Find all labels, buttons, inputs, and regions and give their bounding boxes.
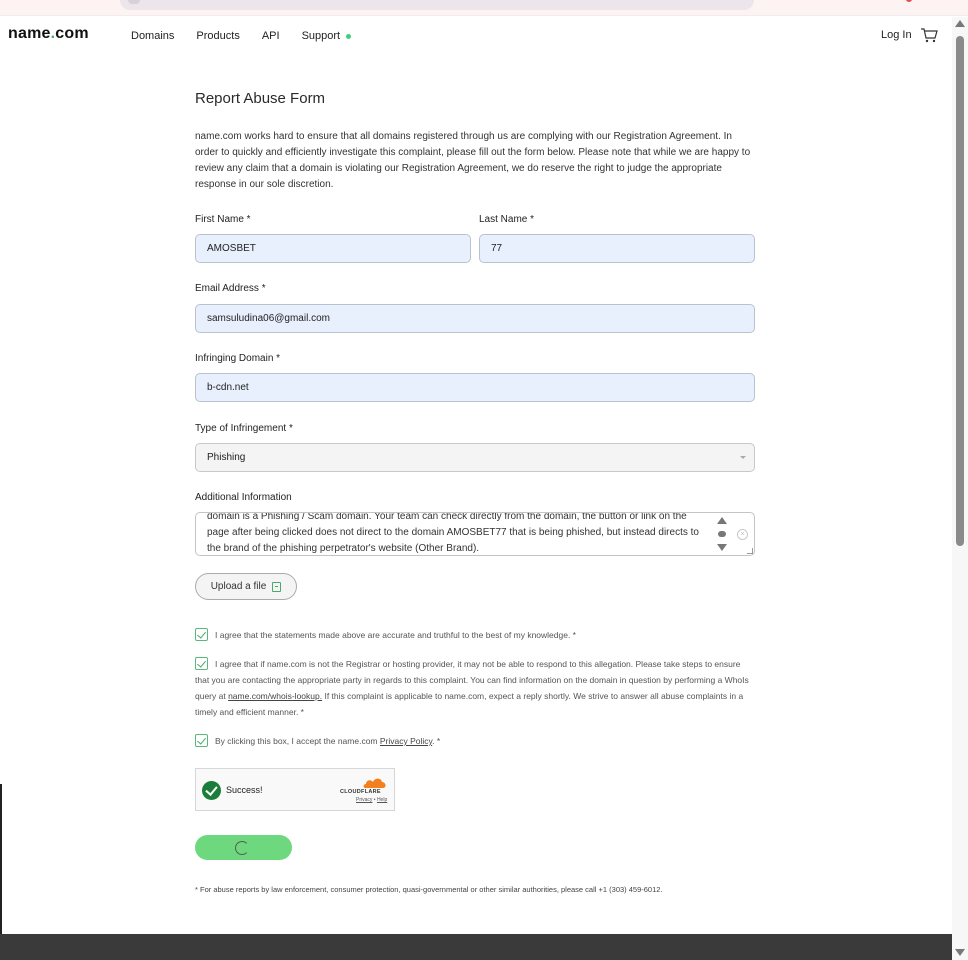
additional-info-value: domain is a Phishing / Scam domain. Your… [207, 512, 699, 554]
accuracy-agreement-text: I agree that the statements made above a… [215, 630, 576, 640]
first-name-label: First Name * [195, 214, 251, 225]
email-label: Email Address * [195, 283, 266, 294]
captcha-widget[interactable]: Success! CLOUDFLARE Privacy • Help [195, 768, 395, 811]
privacy-policy-link[interactable]: Privacy Policy [380, 736, 432, 746]
upload-file-button[interactable]: Upload a file [195, 573, 297, 600]
law-enforcement-footnote: * For abuse reports by law enforcement, … [195, 885, 663, 894]
nav-support[interactable]: Support [302, 30, 352, 42]
accuracy-agreement-checkbox[interactable] [195, 628, 208, 641]
nav-support-label: Support [301, 30, 341, 42]
logo-text-com: com [55, 25, 89, 42]
textarea-scroll-thumb[interactable] [718, 531, 726, 537]
login-link[interactable]: Log In [881, 29, 912, 41]
main-nav: Domains Products API Support [131, 30, 373, 42]
captcha-help-link[interactable]: Help [377, 797, 387, 803]
infringement-type-select[interactable]: Phishing [195, 443, 755, 472]
nav-domains[interactable]: Domains [131, 30, 174, 42]
whois-lookup-link[interactable]: name.com/whois-lookup. [228, 691, 322, 701]
site-logo[interactable]: name.com [8, 25, 89, 43]
intro-text: name.com works hard to ensure that all d… [195, 131, 751, 190]
nav-products[interactable]: Products [196, 30, 239, 42]
captcha-status: Success! [226, 785, 263, 795]
captcha-links: Privacy • Help [356, 797, 387, 803]
infringement-type-value: Phishing [207, 452, 246, 463]
site-footer [0, 934, 952, 960]
textarea-scroll-down-icon[interactable] [717, 544, 727, 551]
notification-icon [906, 0, 912, 2]
browser-toolbar [0, 0, 968, 16]
clear-icon[interactable]: × [737, 529, 748, 540]
registrar-agreement-text: I agree that if name.com is not the Regi… [195, 656, 755, 720]
infringement-type-label: Type of Infringement * [195, 423, 293, 434]
last-name-label: Last Name * [479, 214, 535, 225]
additional-info-label: Additional Information [195, 492, 292, 503]
chevron-down-icon [740, 456, 746, 459]
additional-info-textarea[interactable]: domain is a Phishing / Scam domain. Your… [195, 512, 755, 556]
cart-icon[interactable] [920, 27, 938, 43]
captcha-privacy-link[interactable]: Privacy [356, 797, 372, 803]
upload-file-label: Upload a file [210, 581, 267, 592]
email-input[interactable]: samsuludina06@gmail.com [195, 304, 755, 333]
file-upload-icon [272, 581, 282, 592]
site-header: name.com Domains Products API Support Lo… [0, 17, 952, 57]
registrar-agreement-row: I agree that if name.com is not the Regi… [195, 656, 755, 720]
cloudflare-cloud-icon [363, 778, 386, 788]
textarea-scroll-up-icon[interactable] [717, 517, 727, 524]
domain-label: Infringing Domain * [195, 353, 281, 364]
privacy-agreement-row: By clicking this box, I accept the name.… [195, 733, 755, 749]
scroll-down-arrow-icon[interactable] [955, 949, 965, 956]
last-name-input[interactable]: 77 [479, 234, 755, 263]
privacy-agreement-text-b: . * [432, 736, 441, 746]
domain-input[interactable]: b-cdn.net [195, 373, 755, 402]
privacy-agreement-text: By clicking this box, I accept the name.… [195, 733, 755, 749]
first-name-input[interactable]: AMOSBET [195, 234, 471, 263]
accuracy-agreement-row: I agree that the statements made above a… [195, 627, 755, 643]
logo-text-name: name [8, 25, 51, 42]
scroll-up-arrow-icon[interactable] [955, 20, 965, 27]
status-dot-icon [346, 33, 352, 39]
submit-button[interactable] [195, 835, 292, 860]
scroll-thumb[interactable] [956, 36, 964, 546]
registrar-agreement-checkbox[interactable] [195, 657, 208, 670]
success-check-icon [202, 781, 221, 800]
cloudflare-brand: CLOUDFLARE [340, 789, 381, 795]
privacy-agreement-text-a: By clicking this box, I accept the name.… [215, 736, 380, 746]
left-edge-divider [0, 784, 2, 934]
page-title: Report Abuse Form [195, 90, 326, 107]
nav-api[interactable]: API [262, 30, 280, 42]
privacy-agreement-checkbox[interactable] [195, 734, 208, 747]
resize-grip-icon[interactable] [747, 548, 753, 554]
address-bar[interactable] [120, 0, 754, 10]
loading-spinner-icon [235, 841, 249, 855]
